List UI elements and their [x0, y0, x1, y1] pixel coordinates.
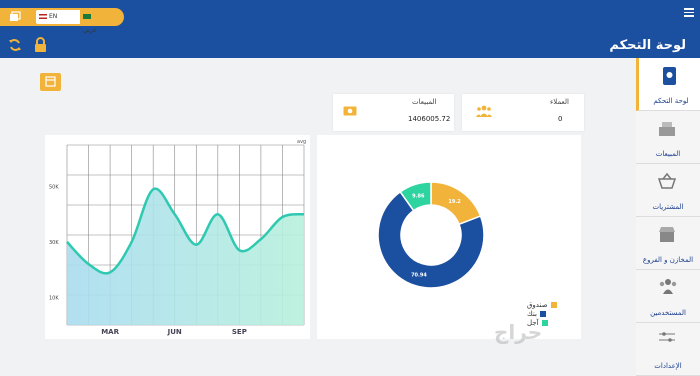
- top-pill: EN عربي: [0, 8, 124, 26]
- customers-card-title: العملاء: [550, 98, 569, 106]
- users-icon: [658, 278, 678, 294]
- chart-corner-label: avg: [297, 139, 306, 145]
- area-chart: 10K 30K 50K MAR JUN SEP avg: [45, 135, 310, 339]
- menu-icon[interactable]: [684, 8, 694, 19]
- page-title: لوحة التحكم: [609, 38, 686, 53]
- donut-data-label: 70.94: [411, 273, 427, 279]
- sidebar-item-settings[interactable]: الإعدادات: [636, 323, 700, 376]
- saudi-flag-icon: [83, 14, 91, 19]
- lock-icon[interactable]: [34, 37, 47, 53]
- basket-icon: [658, 172, 676, 190]
- dashboard-icon: [661, 66, 679, 88]
- sidebar-item-dashboard[interactable]: لوحة التحكم: [636, 58, 700, 111]
- y-tick-label: 50K: [49, 185, 59, 191]
- users-icon: [476, 105, 492, 117]
- sales-card-title: المبيعات: [412, 98, 436, 106]
- x-tick-label: MAR: [101, 328, 119, 336]
- customers-card: العملاء 0: [462, 94, 584, 131]
- sidebar: لوحة التحكم المبيعات المشتريات المخازن و…: [636, 58, 700, 344]
- lang-ar-option[interactable]: عربي: [80, 10, 108, 24]
- store-icon: [658, 225, 676, 243]
- donut-data-label: 9.86: [412, 193, 425, 199]
- area-fill: [67, 189, 304, 325]
- y-tick-label: 10K: [49, 295, 59, 301]
- legend-item: صندوق: [527, 301, 557, 310]
- sales-card: المبيعات 1406005.72: [333, 94, 454, 131]
- customers-card-value: 0: [558, 115, 562, 123]
- watermark: حراج: [494, 320, 542, 344]
- sliders-icon: [658, 331, 676, 345]
- donut-data-label: 19.2: [448, 199, 461, 205]
- donut-chart-card: 19.270.949.86 صندوق بنك آجل: [317, 135, 581, 339]
- x-tick-label: SEP: [232, 328, 247, 336]
- top-header: EN عربي لوحة التحكم: [0, 0, 700, 58]
- money-icon: [343, 106, 357, 116]
- cash-register-icon: [658, 119, 676, 137]
- y-tick-label: 30K: [49, 240, 59, 246]
- sidebar-item-users[interactable]: المستخدمين: [636, 270, 700, 323]
- us-flag-icon: [39, 14, 47, 19]
- language-switcher[interactable]: EN عربي: [36, 10, 108, 24]
- sidebar-item-sales[interactable]: المبيعات: [636, 111, 700, 164]
- lang-en-option[interactable]: EN: [39, 10, 57, 24]
- calendar-icon: [40, 73, 61, 91]
- apps-icon[interactable]: [9, 11, 21, 23]
- area-chart-card: 10K 30K 50K MAR JUN SEP avg: [45, 135, 310, 339]
- refresh-icon[interactable]: [8, 38, 22, 52]
- legend-item: بنك: [527, 310, 557, 319]
- x-tick-label: JUN: [167, 328, 182, 336]
- sales-card-value: 1406005.72: [408, 115, 450, 123]
- calendar-button[interactable]: [40, 73, 61, 91]
- sidebar-item-purchases[interactable]: المشتريات: [636, 164, 700, 217]
- sidebar-item-stores[interactable]: المخازن و الفروع: [636, 217, 700, 270]
